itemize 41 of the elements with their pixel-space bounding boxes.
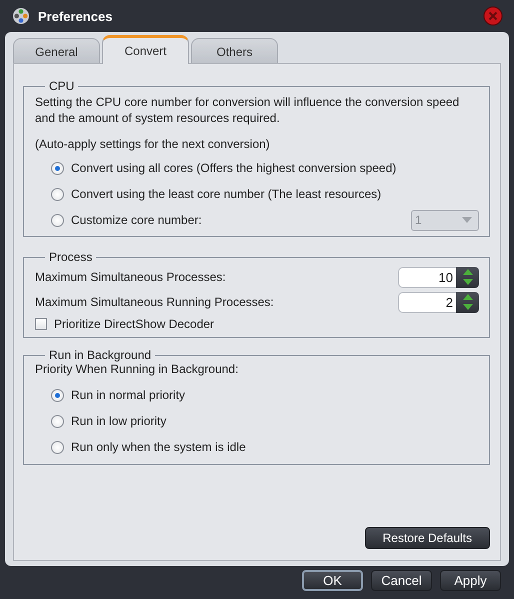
description-text: Setting the CPU core number for conversion will influence the conversion speed and the amount of system resources required. bbox=[35, 94, 460, 126]
radio-button[interactable] bbox=[51, 188, 64, 200]
group-title: Process bbox=[48, 250, 94, 264]
spin-buttons[interactable] bbox=[456, 292, 479, 312]
down-arrow-icon[interactable] bbox=[462, 304, 472, 310]
close-icon[interactable] bbox=[483, 6, 503, 26]
field-label: Priority When Running in Background: bbox=[35, 362, 240, 376]
field-label: Maximum Simultaneous Processes: bbox=[35, 270, 226, 284]
dialog-button[interactable]: OK bbox=[302, 570, 363, 591]
option-label[interactable]: Convert using the least core number (The least resources) bbox=[71, 187, 382, 201]
number-field[interactable]: 2 bbox=[398, 292, 456, 312]
window-title: Preferences bbox=[38, 8, 114, 24]
spin-buttons[interactable] bbox=[456, 266, 479, 288]
group-title: Run in Background bbox=[48, 348, 152, 362]
tab[interactable]: General bbox=[13, 38, 100, 63]
radio-button[interactable] bbox=[51, 162, 64, 174]
film-reel-icon bbox=[12, 7, 30, 25]
dialog-button[interactable]: Apply bbox=[440, 570, 501, 591]
up-arrow-icon[interactable] bbox=[462, 294, 472, 300]
radio-button[interactable] bbox=[51, 214, 64, 226]
down-arrow-icon[interactable] bbox=[462, 279, 472, 286]
checkbox[interactable] bbox=[35, 318, 47, 330]
tab[interactable]: Convert bbox=[102, 35, 189, 64]
caret-icon bbox=[462, 217, 472, 223]
restore-defaults-button[interactable]: Restore Defaults bbox=[364, 527, 490, 549]
radio-button[interactable] bbox=[51, 388, 64, 402]
note-text: (Auto-apply settings for the next conversion) bbox=[35, 137, 271, 151]
option-label[interactable]: Run only when the system is idle bbox=[71, 440, 246, 454]
number-field[interactable]: 10 bbox=[398, 266, 456, 288]
option-label[interactable]: Run in low priority bbox=[71, 414, 166, 428]
field-label: Maximum Simultaneous Running Processes: bbox=[35, 295, 274, 309]
group-title: CPU bbox=[48, 79, 76, 93]
option-label[interactable]: Convert using all cores (Offers the highest conversion speed) bbox=[71, 161, 396, 175]
option-label[interactable]: Customize core number: bbox=[71, 213, 202, 227]
checkbox-label[interactable]: Prioritize DirectShow Decoder bbox=[54, 317, 214, 331]
radio-button[interactable] bbox=[51, 414, 64, 428]
dialog-button[interactable]: Cancel bbox=[371, 570, 432, 591]
tab[interactable]: Others bbox=[191, 38, 278, 63]
option-label[interactable]: Run in normal priority bbox=[71, 388, 186, 402]
radio-button[interactable] bbox=[51, 440, 64, 454]
up-arrow-icon[interactable] bbox=[462, 268, 472, 275]
